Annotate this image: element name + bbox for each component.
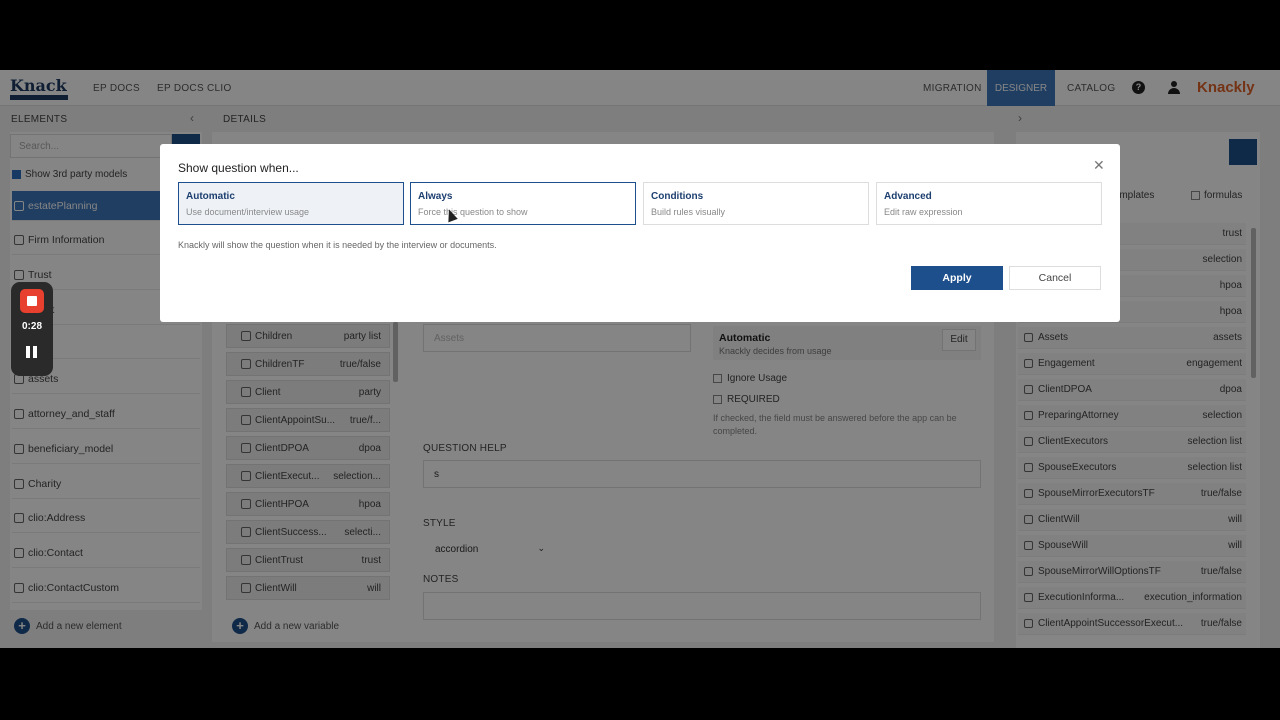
- option-sub: Use document/interview usage: [186, 207, 310, 217]
- option-conditions[interactable]: Conditions Build rules visually: [643, 182, 869, 225]
- option-always[interactable]: Always Force this question to show: [410, 182, 636, 225]
- recording-time: 0:28: [21, 321, 42, 332]
- screen-recorder: 0:28: [11, 282, 53, 376]
- pause-icon[interactable]: [26, 346, 38, 358]
- stop-recording-button[interactable]: [20, 289, 44, 313]
- option-sub: Build rules visually: [651, 207, 726, 217]
- cancel-button[interactable]: Cancel: [1009, 266, 1101, 290]
- show-question-dialog: Show question when... ✕ Automatic Use do…: [160, 144, 1120, 322]
- option-sub: Force this question to show: [418, 207, 528, 217]
- dialog-note: Knackly will show the question when it i…: [178, 240, 497, 250]
- option-sub: Edit raw expression: [884, 207, 963, 217]
- option-advanced[interactable]: Advanced Edit raw expression: [876, 182, 1102, 225]
- option-title: Advanced: [884, 191, 932, 202]
- option-title: Conditions: [651, 191, 704, 202]
- dialog-title: Show question when...: [178, 161, 299, 175]
- option-title: Automatic: [186, 191, 235, 202]
- option-title: Always: [418, 191, 453, 202]
- app-window: Knack EP DOCS EP DOCS CLIO MIGRATION DES…: [0, 70, 1280, 648]
- close-icon[interactable]: ✕: [1093, 157, 1105, 174]
- apply-button[interactable]: Apply: [911, 266, 1003, 290]
- option-automatic[interactable]: Automatic Use document/interview usage: [178, 182, 404, 225]
